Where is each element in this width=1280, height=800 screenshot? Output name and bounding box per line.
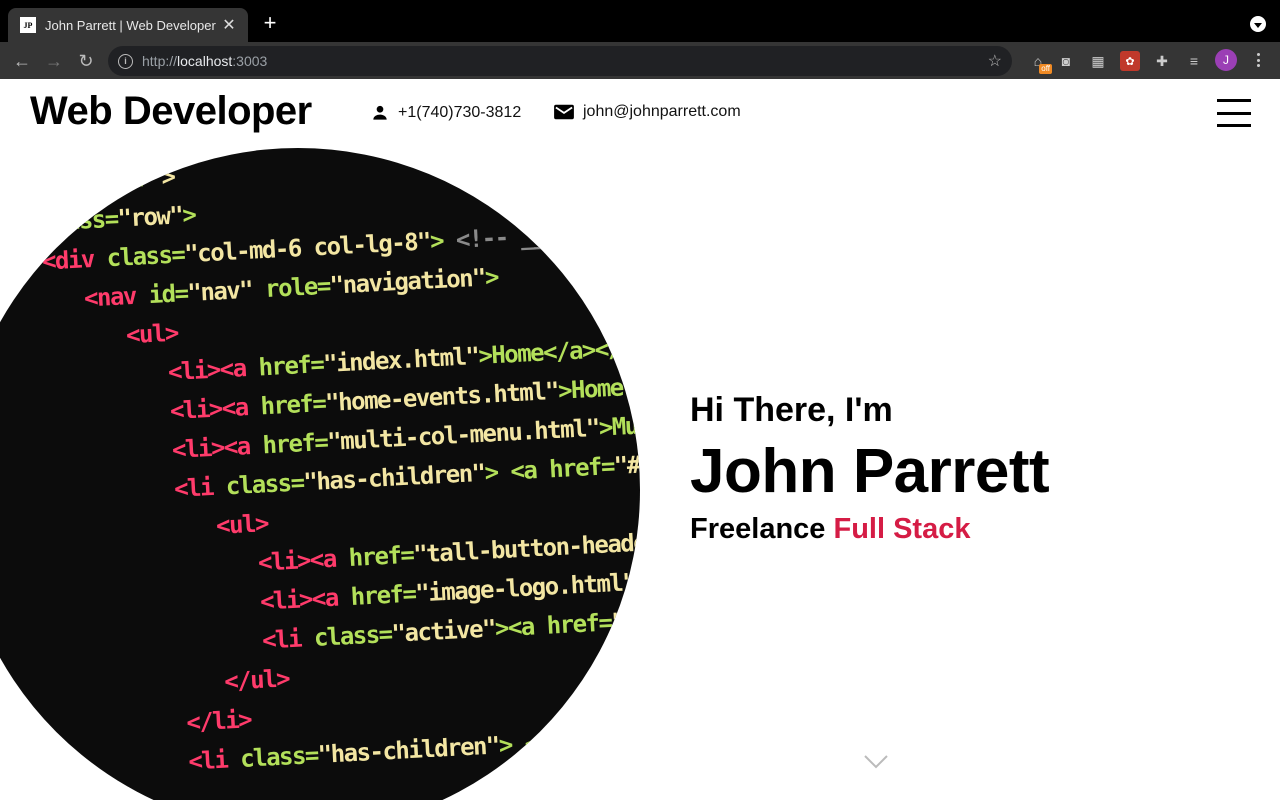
red-extension-icon[interactable]: ✿ (1120, 51, 1140, 71)
web-page: Web Developer +1(740)730-3812 john@johnp… (0, 79, 1280, 800)
code-line: <nav id="nav" role="navigation"> (83, 262, 499, 313)
reading-list-icon[interactable]: ≡ (1184, 51, 1204, 71)
forward-icon[interactable]: → (43, 50, 65, 72)
role-prefix: Freelance (690, 513, 826, 545)
extension-badge: off (1039, 64, 1052, 74)
favicon-icon: JP (20, 17, 36, 33)
browser-tab-strip: JP John Parrett | Web Developer ✕ + (0, 0, 1280, 42)
phone-number: +1(740)730-3812 (398, 104, 522, 121)
code-line: <li class="has-children"> <a href="#">Ca… (187, 722, 640, 776)
new-tab-button[interactable]: + (258, 12, 282, 34)
site-info-icon[interactable]: i (118, 53, 133, 69)
puzzle-extensions-icon[interactable]: ✚ (1152, 51, 1172, 71)
browser-menu-icon[interactable] (1250, 51, 1266, 69)
email-contact[interactable]: john@johnparrett.com (553, 103, 741, 121)
browser-tab[interactable]: JP John Parrett | Web Developer ✕ (8, 8, 248, 42)
hero-role: Freelance Full Stack (690, 513, 1049, 546)
close-tab-icon[interactable]: ✕ (220, 15, 238, 35)
tab-search-icon[interactable] (1250, 16, 1266, 32)
code-line: <ul> (125, 318, 179, 350)
hero-greeting: Hi There, I'm (690, 391, 893, 429)
hero-name: John Parrett (690, 437, 1050, 506)
browser-toolbar: ← → ↻ i http://localhost:3003 ☆ ⌂ off ◙ ▦… (0, 42, 1280, 79)
code-line: ntainer"> (57, 162, 176, 197)
bookmark-star-icon[interactable]: ☆ (988, 51, 1002, 71)
address-bar[interactable]: i http://localhost:3003 ☆ (108, 46, 1012, 76)
mail-icon (554, 104, 574, 120)
person-icon (373, 105, 387, 120)
url-text: http://localhost:3003 (142, 53, 268, 69)
reload-icon[interactable]: ↻ (75, 50, 97, 72)
phone-contact[interactable]: +1(740)730-3812 (370, 103, 521, 123)
email-address: john@johnparrett.com (583, 103, 741, 120)
extension-house-icon[interactable]: ⌂ off (1028, 51, 1052, 74)
hamburger-menu-icon[interactable] (1217, 99, 1251, 127)
code-line: class="row"> (39, 200, 196, 237)
extension-grid-icon[interactable]: ▦ (1088, 51, 1108, 71)
site-brand[interactable]: Web Developer (30, 89, 312, 134)
tab-title: John Parrett | Web Developer (45, 17, 216, 33)
code-line: </li> (185, 705, 252, 737)
role-accent: Full Stack (833, 513, 971, 545)
code-line: </ul> (223, 664, 290, 696)
code-line: <li><a href="tall-button-header.html">Ta… (257, 523, 640, 577)
back-icon[interactable]: ← (11, 50, 33, 72)
profile-avatar[interactable]: J (1215, 49, 1237, 71)
chevron-down-icon[interactable] (864, 755, 888, 769)
code-snippet: ntainer"> class="row"> <div class="col-md-… (0, 148, 640, 800)
hero-code-image: ntainer"> class="row"> <div class="col-md-… (0, 148, 640, 800)
code-line: <ul> (215, 509, 269, 540)
camera-extension-icon[interactable]: ◙ (1056, 51, 1076, 71)
hero-intro: Hi There, I'm John Parrett Freelance Ful… (690, 391, 1050, 546)
